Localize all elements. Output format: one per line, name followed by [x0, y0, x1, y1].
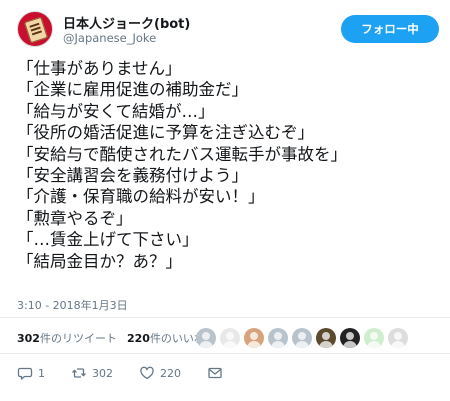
divider	[0, 317, 450, 318]
retweet-stat-label: 件のリツイート	[39, 332, 117, 345]
retweet-stat-count: 302	[17, 332, 40, 345]
tweet-line: 「介護・保育職の給料が安い！」	[17, 187, 265, 207]
tweet-line: 「…賃金上げて下さい」	[17, 230, 199, 250]
follow-button[interactable]: フォロー中	[341, 15, 439, 43]
tweet-line: 「安給与で酷使されたバス運転手が事故を」	[17, 144, 347, 164]
reply-button[interactable]: 1	[17, 365, 45, 381]
tweet-line: 「給与が安くて結婚が…」	[17, 101, 215, 121]
tweet-line: 「役所の婚活促進に予算を注ぎ込むぞ」	[17, 123, 314, 143]
liker-avatar[interactable]	[220, 328, 240, 348]
liker-avatar[interactable]	[316, 328, 336, 348]
tweet-header: 日本人ジョーク(bot) @Japanese_Joke フォロー中	[17, 11, 439, 51]
avatar[interactable]	[17, 11, 53, 47]
tweet-line: 「企業に雇用促進の補助金だ」	[17, 80, 248, 100]
tweet-stats: 302件のリツイート 220件のいいね	[17, 328, 215, 348]
retweet-button[interactable]: 302	[71, 365, 113, 381]
heart-icon	[140, 366, 154, 380]
tweet-text: 「仕事がありません」 「企業に雇用促進の補助金だ」 「給与が安くて結婚が…」 「…	[17, 58, 437, 272]
reply-icon	[17, 367, 33, 380]
liker-avatar[interactable]	[268, 328, 288, 348]
account-handle[interactable]: @Japanese_Joke	[63, 31, 156, 45]
liker-avatars	[196, 328, 412, 348]
reply-count: 1	[38, 366, 45, 380]
tweet-line: 「勲章やるぞ」	[17, 208, 133, 228]
tweet-line: 「仕事がありません」	[17, 59, 182, 78]
retweet-count: 302	[92, 366, 113, 380]
liker-avatar[interactable]	[196, 328, 216, 348]
account-name[interactable]: 日本人ジョーク(bot)	[63, 13, 190, 32]
direct-message-button[interactable]	[207, 365, 223, 381]
liker-avatar[interactable]	[340, 328, 360, 348]
liker-avatar[interactable]	[364, 328, 384, 348]
divider	[0, 353, 450, 354]
retweet-icon	[72, 368, 86, 378]
tweet-line: 「結局金目か？あ？」	[17, 251, 182, 271]
liker-avatar[interactable]	[244, 328, 264, 348]
tweet-line: 「安全講習会を義務付けよう」	[17, 166, 248, 186]
liker-avatar[interactable]	[292, 328, 312, 348]
like-stat-count: 220	[126, 332, 150, 345]
tweet-actions: 1 302 220	[17, 363, 223, 383]
avatar-image	[24, 16, 48, 44]
like-button[interactable]: 220	[139, 365, 181, 381]
envelope-icon	[208, 367, 222, 379]
like-stat[interactable]: 220件のいいね	[127, 330, 205, 346]
tweet-timestamp[interactable]: 3:10 - 2018年1月3日	[17, 297, 128, 313]
like-count: 220	[160, 366, 181, 380]
liker-avatar[interactable]	[388, 328, 408, 348]
retweet-stat[interactable]: 302件のリツイート	[17, 330, 117, 346]
